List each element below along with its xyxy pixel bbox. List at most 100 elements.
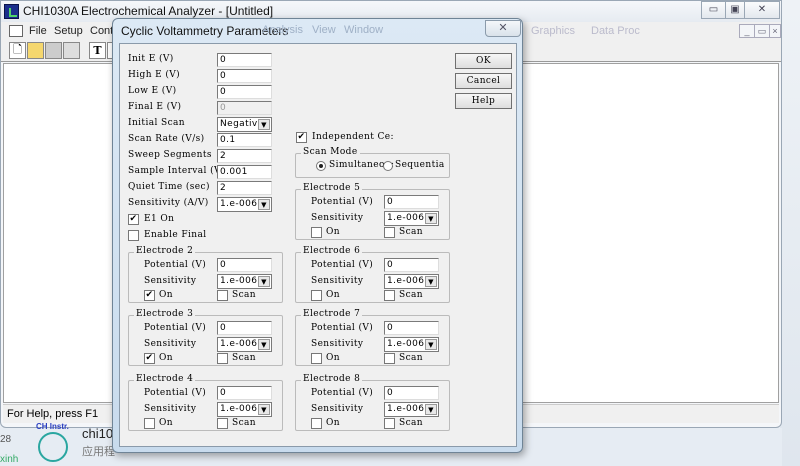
taskbar-left-text: 28 xyxy=(0,434,12,445)
menu-data-proc[interactable]: Data Proc xyxy=(591,25,640,37)
child-minimize-button[interactable]: _ xyxy=(739,24,755,38)
chevron-down-icon[interactable]: ▼ xyxy=(258,339,270,350)
chevron-down-icon[interactable]: ▼ xyxy=(425,339,437,350)
maximize-button[interactable]: ▣ xyxy=(725,1,745,19)
init-e-v-label: Init E (V) xyxy=(128,54,174,64)
initial-scan-select[interactable]: Negative ▼ xyxy=(217,117,272,132)
menu-window[interactable]: Window xyxy=(344,24,383,36)
chi-app-icon[interactable] xyxy=(38,432,68,462)
sequential-radio[interactable] xyxy=(383,161,393,171)
electrode-5-scan-label: Scan xyxy=(399,227,423,237)
electrode-3-on-checkbox[interactable]: ✔ xyxy=(144,353,155,364)
enable-final-checkbox[interactable] xyxy=(128,230,139,241)
electrode-3-scan-label: Scan xyxy=(232,353,256,363)
electrode-2-scan-label: Scan xyxy=(232,290,256,300)
electrode-6-on-checkbox[interactable] xyxy=(311,290,322,301)
menu-view[interactable]: View xyxy=(312,24,336,36)
electrode-5-sensitivity-label: Sensitivity xyxy=(311,213,364,223)
select-value: 1.e-006 xyxy=(387,213,425,223)
select-value: 1.e-006 xyxy=(220,339,258,349)
electrode-4-potential-input[interactable]: 0 xyxy=(217,386,272,400)
electrode-5-sensitivity-select[interactable]: 1.e-006 ▼ xyxy=(384,211,439,226)
app-icon xyxy=(4,4,19,19)
electrode-6-sensitivity-select[interactable]: 1.e-006 ▼ xyxy=(384,274,439,289)
child-close-button[interactable]: × xyxy=(769,24,781,38)
menu-setup[interactable]: Setup xyxy=(54,25,83,37)
simultaneous-radio[interactable] xyxy=(316,161,326,171)
child-restore-button[interactable]: ▭ xyxy=(754,24,770,38)
technique-icon[interactable]: T xyxy=(89,42,106,59)
enable-final-label: Enable Final xyxy=(144,230,207,240)
chevron-down-icon[interactable]: ▼ xyxy=(258,276,270,287)
ok-button[interactable]: OK xyxy=(455,53,512,69)
electrode-6-potential-input[interactable]: 0 xyxy=(384,258,439,272)
menu-analysis[interactable]: Analysis xyxy=(262,24,303,36)
electrode-3-scan-checkbox[interactable] xyxy=(217,353,228,364)
electrode-2-potential-input[interactable]: 0 xyxy=(217,258,272,272)
electrode-7-on-checkbox[interactable] xyxy=(311,353,322,364)
electrode-4-on-checkbox[interactable] xyxy=(144,418,155,429)
electrode-6-scan-checkbox[interactable] xyxy=(384,290,395,301)
electrode-3-sensitivity-select[interactable]: 1.e-006 ▼ xyxy=(217,337,272,352)
electrode-5-scan-checkbox[interactable] xyxy=(384,227,395,238)
electrode-8-sensitivity-select[interactable]: 1.e-006 ▼ xyxy=(384,402,439,417)
chevron-down-icon[interactable]: ▼ xyxy=(425,404,437,415)
high-e-v-input[interactable]: 0 xyxy=(217,69,272,83)
electrode-5-on-checkbox[interactable] xyxy=(311,227,322,238)
main-window-title: CHI1030A Electrochemical Analyzer - [Unt… xyxy=(23,4,274,18)
electrode-4-sensitivity-select[interactable]: 1.e-006 ▼ xyxy=(217,402,272,417)
electrode-7-sensitivity-select[interactable]: 1.e-006 ▼ xyxy=(384,337,439,352)
electrode-6-scan-label: Scan xyxy=(399,290,423,300)
select-value: 1.e-006 xyxy=(387,339,425,349)
dialog-close-button[interactable]: ✕ xyxy=(485,20,521,37)
chevron-down-icon[interactable]: ▼ xyxy=(425,213,437,224)
sensitivity-a-v-label: Sensitivity (A/V) xyxy=(128,198,209,208)
chevron-down-icon[interactable]: ▼ xyxy=(258,199,270,210)
document-icon[interactable] xyxy=(9,25,23,37)
electrode-2-scan-checkbox[interactable] xyxy=(217,290,228,301)
close-button[interactable]: ✕ xyxy=(744,1,780,19)
electrode-4-title: Electrode 4 xyxy=(134,374,196,384)
select-value: 1.e-006 xyxy=(220,199,258,209)
help-button[interactable]: Help xyxy=(455,93,512,109)
electrode-5-potential-input[interactable]: 0 xyxy=(384,195,439,209)
low-e-v-input[interactable]: 0 xyxy=(217,85,272,99)
electrode-7-on-label: On xyxy=(326,353,340,363)
chevron-down-icon[interactable]: ▼ xyxy=(425,276,437,287)
init-e-v-input[interactable]: 0 xyxy=(217,53,272,67)
open-icon[interactable] xyxy=(27,42,44,59)
electrode-3-on-label: On xyxy=(159,353,173,363)
electrode-7-potential-label: Potential (V) xyxy=(311,323,374,333)
chevron-down-icon[interactable]: ▼ xyxy=(258,119,270,130)
sweep-segments-input[interactable]: 2 xyxy=(217,149,272,163)
electrode-2-group: Electrode 2 Potential (V) 0 Sensitivity 1.e-… xyxy=(128,246,283,303)
menu-file[interactable]: File xyxy=(29,25,47,37)
independent-cell-checkbox[interactable]: ✔ xyxy=(296,132,307,143)
scan-mode-group: Scan Mode Simultaneou: Sequentia xyxy=(295,147,450,178)
chevron-down-icon[interactable]: ▼ xyxy=(258,404,270,415)
electrode-2-title: Electrode 2 xyxy=(134,246,196,256)
initial-scan-label: Initial Scan xyxy=(128,118,185,128)
electrode-2-sensitivity-select[interactable]: 1.e-006 ▼ xyxy=(217,274,272,289)
save-icon[interactable] xyxy=(45,42,62,59)
minimize-button[interactable]: ▭ xyxy=(701,1,726,19)
electrode-8-potential-input[interactable]: 0 xyxy=(384,386,439,400)
electrode-3-potential-label: Potential (V) xyxy=(144,323,207,333)
taskbar-item-sub: 应用程 xyxy=(82,446,115,458)
new-icon[interactable]: 🗋 xyxy=(9,42,26,59)
scan-rate-v-s-input[interactable]: 0.1 xyxy=(217,133,272,147)
electrode-2-on-checkbox[interactable]: ✔ xyxy=(144,290,155,301)
electrode-4-scan-checkbox[interactable] xyxy=(217,418,228,429)
sensitivity-a-v-select[interactable]: 1.e-006 ▼ xyxy=(217,197,272,212)
electrode-8-on-checkbox[interactable] xyxy=(311,418,322,429)
electrode-7-potential-input[interactable]: 0 xyxy=(384,321,439,335)
quiet-time-sec-input[interactable]: 2 xyxy=(217,181,272,195)
e1-on-checkbox[interactable]: ✔ xyxy=(128,214,139,225)
electrode-8-scan-checkbox[interactable] xyxy=(384,418,395,429)
sample-interval-v-input[interactable]: 0.001 xyxy=(217,165,272,179)
menu-graphics[interactable]: Graphics xyxy=(531,25,575,37)
electrode-7-scan-checkbox[interactable] xyxy=(384,353,395,364)
cancel-button[interactable]: Cancel xyxy=(455,73,512,89)
electrode-3-potential-input[interactable]: 0 xyxy=(217,321,272,335)
print-icon[interactable] xyxy=(63,42,80,59)
